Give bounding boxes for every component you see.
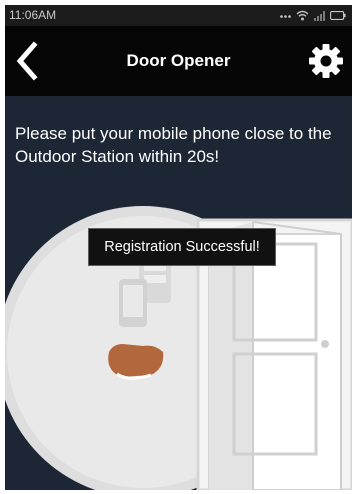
gear-icon (309, 44, 343, 78)
settings-button[interactable] (307, 42, 345, 80)
toast-message: Registration Successful! (88, 228, 276, 266)
back-button[interactable] (11, 38, 45, 84)
app-screen: 11:06AM Door Opener Please put your mobi… (5, 5, 352, 490)
status-time: 11:06AM (9, 8, 57, 22)
chevron-left-icon (16, 41, 38, 81)
more-icon (280, 14, 291, 18)
signal-icon (314, 10, 325, 21)
instruction-text: Please put your mobile phone close to th… (15, 124, 332, 166)
wifi-icon (296, 10, 309, 21)
page-title: Door Opener (126, 51, 231, 70)
main-content: Please put your mobile phone close to th… (5, 96, 352, 490)
status-icons (280, 10, 346, 21)
header: Door Opener (5, 26, 352, 96)
status-bar: 11:06AM (5, 5, 352, 26)
battery-icon (330, 11, 346, 20)
